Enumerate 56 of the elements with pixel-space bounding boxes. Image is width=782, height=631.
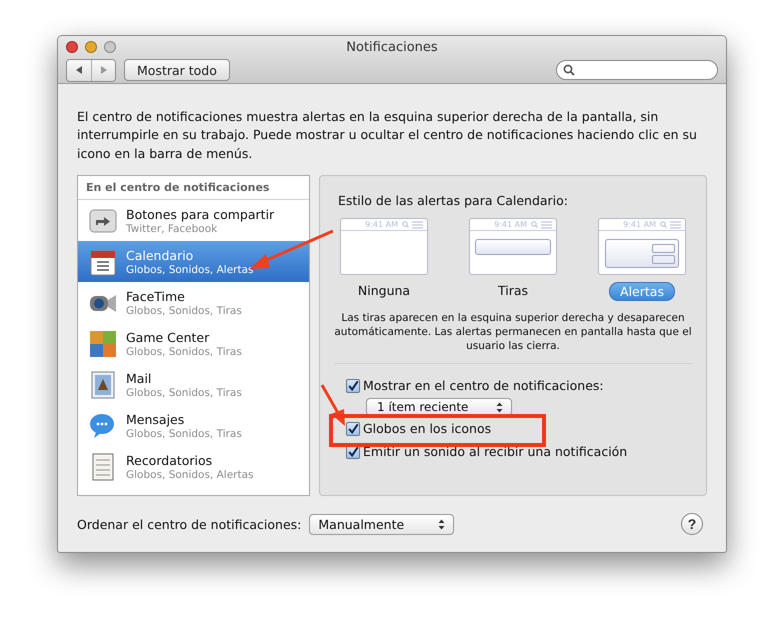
item-title: Calendario — [126, 248, 194, 262]
minimize-button[interactable] — [85, 41, 97, 53]
alert-style-option[interactable]: Tiras — [488, 282, 538, 299]
left-triangle-icon — [74, 65, 84, 75]
item-title: Recordatorios — [126, 452, 214, 468]
close-button[interactable] — [66, 41, 78, 53]
list-item[interactable]: Calendario Globos, Sonidos, Alertas — [78, 241, 309, 282]
back-button[interactable] — [67, 60, 91, 80]
item-title: Mail — [126, 370, 152, 386]
help-button[interactable]: ? — [681, 513, 703, 535]
alert-style-option[interactable]: Ninguna — [348, 282, 420, 299]
list-item[interactable]: FaceTime Globos, Sonidos, Tiras — [78, 282, 309, 323]
forward-button[interactable] — [91, 60, 115, 80]
sort-dropdown[interactable]: Manualmente — [309, 514, 454, 534]
menu-icons — [660, 220, 682, 228]
checkbox[interactable] — [346, 422, 360, 436]
list-header: En el centro de notificaciones — [78, 176, 309, 200]
checkbox[interactable] — [346, 378, 360, 392]
item-subtitle: Globos, Sonidos, Tiras — [126, 304, 242, 316]
item-title: Game Center — [126, 330, 210, 344]
item-subtitle: Globos, Sonidos, Tiras — [126, 428, 242, 440]
menu-icons — [402, 220, 424, 228]
menu-icons — [531, 220, 553, 228]
description-text: El centro de notificaciones muestra alertas en la esquina superior derecha de la pantalla, sin interrumpirle en su trabajo. Puede mostrar u ocultar el centro de notificaciones haciendo clic en su icono en la barra de menús. — [77, 108, 698, 162]
right-triangle-icon — [98, 65, 108, 75]
game-tiles-icon — [88, 328, 118, 358]
updown-icon — [438, 518, 446, 530]
explanation-text: Las tiras aparecen en la esquina superior derecha y desaparecen automáticamente. Las alertas permanecen en pantalla hasta que el usuario las cierra. — [334, 311, 692, 353]
updown-icon — [496, 402, 503, 412]
item-subtitle: Globos, Sonidos, Tiras — [126, 346, 242, 358]
panel-heading: Estilo de las alertas para Calendario: — [338, 193, 570, 208]
item-title: Mensajes — [126, 412, 186, 426]
sort-label: Ordenar el centro de notificaciones: — [77, 516, 302, 532]
checkbox-label: Emitir un sonido al recibir una notificación — [363, 444, 628, 459]
item-title: Botones para compartir — [126, 206, 274, 222]
item-subtitle: Globos, Sonidos, Alertas — [126, 264, 254, 276]
search-field[interactable] — [556, 60, 718, 80]
zoom-button[interactable] — [104, 41, 116, 53]
search-icon — [563, 64, 575, 76]
checkbox-label: Globos en los iconos — [363, 421, 492, 436]
list-item[interactable]: Game Center Globos, Sonidos, Tiras — [78, 323, 309, 364]
annotation-arrow — [320, 384, 345, 426]
item-subtitle: Globos, Sonidos, Tiras — [126, 386, 242, 398]
item-subtitle: Twitter, Facebook — [126, 222, 218, 234]
checkbox-label: Mostrar en el centro de notificaciones: — [363, 378, 604, 393]
list-item[interactable]: Mail Globos, Sonidos, Tiras — [78, 364, 309, 405]
list-item[interactable]: Mensajes Globos, Sonidos, Tiras — [78, 405, 309, 446]
list-item[interactable]: Recordatorios Globos, Sonidos, Alertas — [78, 446, 309, 487]
show-all-button[interactable]: Mostrar todo — [124, 59, 230, 81]
window-title: Notificaciones — [346, 40, 438, 54]
clock-text: 9:41 AM — [623, 220, 656, 229]
clock-text: 9:41 AM — [365, 220, 398, 229]
list-item[interactable]: Botones para compartir Twitter, Facebook — [78, 200, 309, 241]
item-title: FaceTime — [126, 288, 186, 304]
item-subtitle: Globos, Sonidos, Alertas — [126, 468, 254, 480]
clock-text: 9:41 AM — [494, 220, 527, 229]
